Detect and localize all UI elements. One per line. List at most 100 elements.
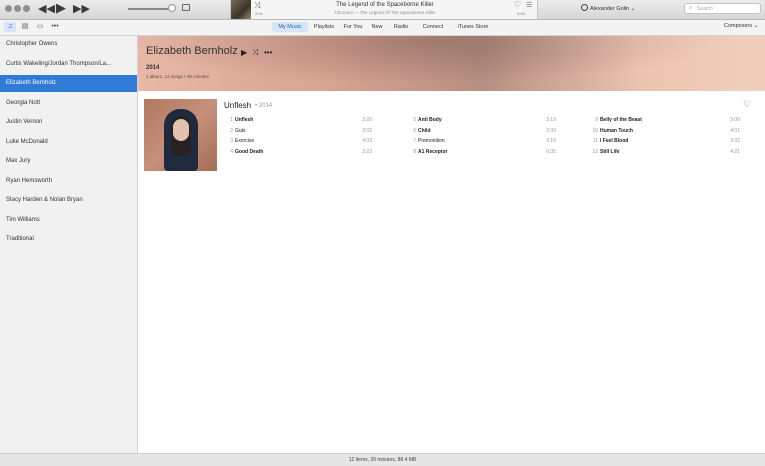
now-playing-display: ⤨ 2:01 The Legend of the Spaceborne Kill… — [230, 0, 538, 19]
track-name: Belly of the Beast — [600, 117, 642, 123]
track-row[interactable]: 11 I Feel Blood 3:32 — [589, 136, 740, 146]
track-number: 1 — [230, 117, 233, 123]
track-duration: 3:00 — [730, 117, 740, 123]
sidebar-item-georgia-nott[interactable]: Georgia Nott — [0, 95, 137, 112]
sidebar-item-justin-vernon[interactable]: Justin Vernon — [0, 114, 137, 131]
track-duration: 4:01 — [730, 127, 740, 134]
now-playing-artwork[interactable] — [231, 0, 251, 19]
music-note-icon[interactable]: ♫ — [4, 22, 16, 32]
sidebar-item-max-jury[interactable]: Max Jury — [0, 153, 137, 170]
search-box[interactable]: ⌕ — [684, 3, 761, 14]
zoom-window-button[interactable] — [23, 5, 30, 12]
track-duration: 3:19 — [546, 138, 556, 144]
shuffle-artist-icon[interactable]: ⤨ — [252, 48, 258, 58]
track-name: Guts — [235, 127, 246, 134]
volume-slider[interactable] — [128, 8, 170, 10]
track-number: 2 — [230, 127, 233, 134]
track-row[interactable]: 9 Belly of the Beast 3:00 — [589, 115, 740, 125]
more-options-icon[interactable]: ••• — [264, 48, 272, 57]
tab-for-you[interactable]: For You — [340, 22, 366, 32]
track-number: 10 — [592, 127, 598, 134]
volume-knob[interactable] — [168, 4, 176, 12]
shuffle-icon[interactable]: ⤨ — [254, 1, 260, 11]
sidebar-item-ryan-hemsworth[interactable]: Ryan Hemsworth — [0, 173, 137, 190]
track-duration: 4:21 — [730, 148, 740, 155]
track-row[interactable]: 10 Human Touch 4:01 — [589, 126, 740, 136]
track-row[interactable]: 6 Child 2:30 — [407, 126, 556, 136]
track-number: 8 — [413, 148, 416, 155]
track-row[interactable]: 7 Premonition 3:19 — [407, 136, 556, 146]
track-name: Still Life — [600, 148, 620, 155]
artist-year: 2014 — [146, 65, 160, 71]
track-name: Unflesh — [235, 117, 254, 123]
play-artist-icon[interactable]: ▶ — [241, 48, 247, 57]
track-number: 12 — [592, 148, 598, 155]
next-track-icon[interactable]: ▶▶ — [73, 2, 90, 16]
play-icon[interactable]: ▶ — [56, 1, 66, 15]
track-row[interactable]: 2 Guts 3:02 — [224, 126, 372, 136]
sidebar-item-christopher-owens[interactable]: Christopher Owens — [0, 36, 137, 53]
tab-playlists[interactable]: Playlists — [310, 22, 338, 32]
track-number: 4 — [230, 148, 233, 155]
track-duration: 4:03 — [362, 138, 372, 144]
artwork-face — [173, 119, 189, 141]
navigation-bar: ♫ ▤ ▭ ••• My Music Playlists For You New… — [0, 20, 765, 36]
tab-radio[interactable]: Radio — [390, 22, 412, 32]
now-playing-artist-album: Chrononi — The Legend Of The Spaceborne … — [334, 10, 436, 15]
remaining-time: 4:03 — [517, 11, 525, 16]
track-row[interactable]: 5 Anti Body 3:19 — [407, 115, 556, 125]
user-icon — [581, 4, 588, 11]
tv-icon[interactable]: ▭ — [34, 22, 46, 32]
close-window-button[interactable] — [5, 5, 12, 12]
track-duration: 3:19 — [546, 117, 556, 123]
track-name: Premonition — [418, 138, 445, 144]
track-row[interactable]: 4 Good Death 3:23 — [224, 147, 372, 157]
track-number: 11 — [592, 138, 598, 144]
tab-connect[interactable]: Connect — [418, 22, 448, 32]
track-name: Exercise — [235, 138, 255, 144]
track-duration: 3:23 — [362, 148, 372, 155]
track-row[interactable]: 1 Unflesh 3:20 — [224, 115, 372, 125]
artist-name: Elizabeth Bernholz — [146, 45, 238, 57]
tab-new[interactable]: New — [369, 22, 385, 32]
sidebar-item-elizabeth-bernholz[interactable]: Elizabeth Bernholz — [0, 75, 137, 92]
artist-header: Elizabeth Bernholz ▶ ⤨ ••• 2014 1 album,… — [138, 36, 765, 91]
sidebar: Christopher Owens Curtis Wakeling/Jordan… — [0, 36, 138, 453]
view-options-dropdown[interactable]: Composers ⌄ — [724, 23, 758, 29]
track-duration: 3:02 — [362, 127, 372, 134]
account-menu[interactable]: Alexander Golin ⌄ — [581, 4, 635, 12]
up-next-list-icon[interactable]: ☰ — [526, 1, 532, 9]
minimize-window-button[interactable] — [14, 5, 21, 12]
album-year: • 2014 — [255, 103, 273, 109]
more-media-icon[interactable]: ••• — [49, 22, 61, 32]
movies-icon[interactable]: ▤ — [19, 22, 31, 32]
track-name: Human Touch — [600, 127, 633, 134]
sidebar-item-luke-mcdonald[interactable]: Luke McDonald — [0, 134, 137, 151]
track-number: 7 — [413, 138, 416, 144]
sidebar-item-curtis-wakeling[interactable]: Curtis Wakeling/Jordan Thompson/La... — [0, 56, 137, 73]
album-artwork[interactable] — [144, 99, 217, 171]
sidebar-item-tim-williams[interactable]: Tim Williams — [0, 212, 137, 229]
track-number: 9 — [595, 117, 598, 123]
track-name: Anti Body — [418, 117, 442, 123]
previous-track-icon[interactable]: ◀◀ — [38, 2, 55, 16]
track-name: I Feel Blood — [600, 138, 629, 144]
artist-summary: 1 album, 12 songs • 39 minutes — [146, 74, 209, 79]
track-duration: 3:32 — [730, 138, 740, 144]
track-name: A1 Receptor — [418, 148, 448, 155]
sidebar-item-traditional[interactable]: Traditional — [0, 231, 137, 248]
now-playing-title: The Legend of the Spaceborne Killer — [336, 2, 434, 8]
track-row[interactable]: 3 Exercise 4:03 — [224, 136, 372, 146]
tab-itunes-store[interactable]: iTunes Store — [452, 22, 494, 32]
track-row[interactable]: 12 Still Life 4:21 — [589, 147, 740, 157]
album-love-heart-icon[interactable]: ♡ — [743, 99, 751, 110]
track-row[interactable]: 8 A1 Receptor 0:35 — [407, 147, 556, 157]
tab-my-music[interactable]: My Music — [272, 22, 308, 32]
sidebar-item-stacy-harden-nolan-bryan[interactable]: Stacy Harden & Nolan Bryan — [0, 192, 137, 209]
love-heart-icon[interactable]: ♡ — [514, 0, 521, 9]
album-title[interactable]: Unflesh — [224, 101, 251, 110]
track-number: 3 — [230, 138, 233, 144]
search-input[interactable] — [697, 5, 757, 13]
airplay-icon[interactable] — [182, 4, 190, 11]
title-bar: ◀◀ ▶ ▶▶ ⤨ 2:01 The Legend of the Spacebo… — [0, 0, 765, 20]
